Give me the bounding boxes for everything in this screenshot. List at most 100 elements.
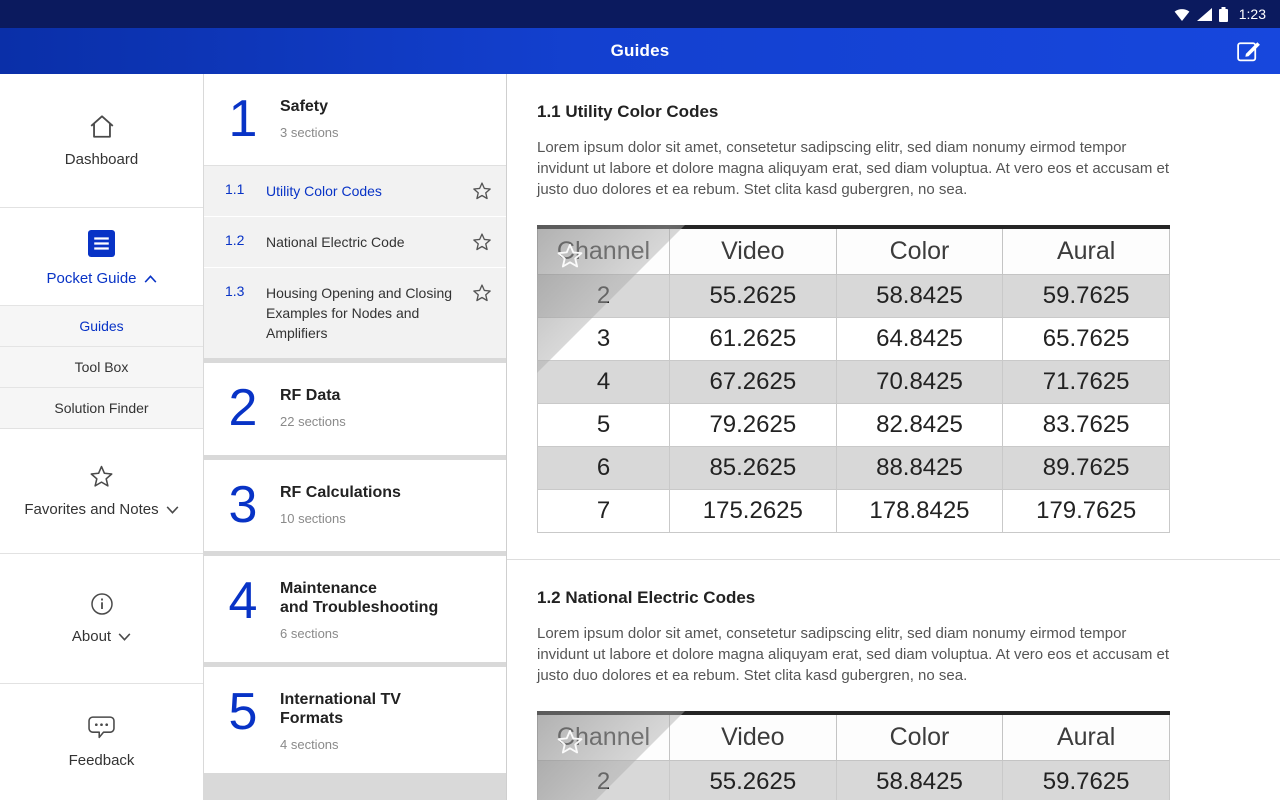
- table-cell: 64.8425: [836, 318, 1003, 361]
- sidebar-group-pocket-guide: Pocket Guide Guides Tool Box Solution Fi…: [0, 208, 203, 429]
- table-cell: 89.7625: [1003, 447, 1170, 490]
- chapter-card-head[interactable]: 3 RF Calculations10 sections: [204, 460, 506, 551]
- data-table-wrap: ChannelVideoColorAural255.262558.842559.…: [537, 225, 1170, 533]
- table-row: 685.262588.842589.7625: [538, 447, 1170, 490]
- status-bar: 1:23: [0, 0, 1280, 28]
- sidebar-item-feedback[interactable]: Feedback: [0, 684, 203, 800]
- table-row: 255.262558.842559.7625: [538, 761, 1170, 800]
- chapter-number: 3: [224, 481, 262, 530]
- status-time: 1:23: [1239, 6, 1266, 22]
- section-row[interactable]: 1.3 Housing Opening and Closing Examples …: [204, 268, 506, 358]
- table-cell: 88.8425: [836, 447, 1003, 490]
- table-cell: 61.2625: [670, 318, 837, 361]
- chapter-number: 4: [224, 577, 262, 626]
- table-favorite-star-icon[interactable]: [556, 728, 584, 756]
- chevron-up-icon: [144, 275, 157, 283]
- table-header-cell: Video: [670, 227, 837, 275]
- table-cell: 55.2625: [670, 761, 837, 800]
- star-icon: [89, 464, 114, 489]
- chapter-card-head[interactable]: 4 Maintenance and Troubleshooting6 sectio…: [204, 556, 506, 662]
- edit-button[interactable]: [1235, 37, 1262, 64]
- sidebar-item-pocket-guide[interactable]: Pocket Guide: [0, 208, 203, 305]
- section-title: Housing Opening and Closing Examples for…: [266, 283, 459, 343]
- chapter-sections-count: 3 sections: [280, 125, 339, 140]
- section-row[interactable]: 1.2 National Electric Code: [204, 217, 506, 268]
- table-favorite-star-icon[interactable]: [556, 242, 584, 270]
- chapter-card-head[interactable]: 2RF Data22 sections: [204, 363, 506, 454]
- chapter-text: Maintenance and Troubleshooting6 section…: [280, 577, 438, 641]
- chapter-card: 1Safety3 sections1.1Utility Color Codes1…: [204, 74, 506, 358]
- favorite-star-icon[interactable]: [472, 181, 492, 201]
- chapter-card: 2RF Data22 sections: [204, 363, 506, 454]
- table-row: 467.262570.842571.7625: [538, 361, 1170, 404]
- table-row: 7175.2625178.8425179.7625: [538, 490, 1170, 533]
- sidebar-item-dashboard[interactable]: Dashboard: [0, 74, 203, 208]
- section-title: Utility Color Codes: [266, 181, 459, 201]
- chapter-title: Safety: [280, 97, 339, 116]
- table-cell: 59.7625: [1003, 761, 1170, 800]
- signal-icon: [1197, 8, 1212, 21]
- table-cell: 83.7625: [1003, 404, 1170, 447]
- favorite-star-icon[interactable]: [472, 232, 492, 252]
- page-title: Guides: [0, 41, 1280, 61]
- table-cell: 70.8425: [836, 361, 1003, 404]
- table-cell: 2: [538, 275, 670, 318]
- table-row: 579.262582.842583.7625: [538, 404, 1170, 447]
- sidebar-item-label: Favorites and Notes: [24, 501, 158, 518]
- chapter-card-head[interactable]: 1Safety3 sections: [204, 74, 506, 165]
- chapter-sections-count: 4 sections: [280, 737, 401, 752]
- table-cell: 178.8425: [836, 490, 1003, 533]
- chevron-down-icon: [118, 633, 131, 641]
- table-cell: 3: [538, 318, 670, 361]
- chapter-card: 3 RF Calculations10 sections: [204, 460, 506, 551]
- menu-icon: [88, 230, 115, 257]
- sidebar-item-label: Dashboard: [65, 151, 138, 168]
- content-section: 1.1 Utility Color CodesLorem ipsum dolor…: [507, 74, 1280, 559]
- table-cell: 67.2625: [670, 361, 837, 404]
- section-number: 1.2: [225, 232, 253, 248]
- content-section-paragraph: Lorem ipsum dolor sit amet, consetetur s…: [537, 623, 1170, 686]
- chapter-number: 5: [224, 688, 262, 737]
- chapter-number: 2: [224, 384, 262, 433]
- chapter-sections-count: 22 sections: [280, 414, 346, 429]
- chapter-sections-count: 10 sections: [280, 511, 401, 526]
- table-cell: 7: [538, 490, 670, 533]
- table-cell: 59.7625: [1003, 275, 1170, 318]
- channel-frequency-table: ChannelVideoColorAural255.262558.842559.…: [537, 225, 1170, 533]
- sidebar-item-tool-box[interactable]: Tool Box: [0, 346, 203, 387]
- feedback-bubble-icon: [88, 715, 115, 740]
- chapter-card-head[interactable]: 5International TV Formats4 sections: [204, 667, 506, 773]
- battery-icon: [1219, 7, 1228, 22]
- chapter-text: Safety 3 sections: [280, 95, 339, 140]
- table-header-cell: Color: [836, 713, 1003, 761]
- content-section: 1.2 National Electric Codes Lorem ipsum d…: [507, 559, 1280, 800]
- table-cell: 2: [538, 761, 670, 800]
- table-header-cell: Aural: [1003, 227, 1170, 275]
- table-cell: 55.2625: [670, 275, 837, 318]
- content-section-heading: 1.1 Utility Color Codes: [537, 102, 1204, 122]
- favorite-star-icon[interactable]: [472, 283, 492, 303]
- table-header-cell: Aural: [1003, 713, 1170, 761]
- section-number: 1.1: [225, 181, 253, 197]
- table-cell: 82.8425: [836, 404, 1003, 447]
- sidebar-item-label: Pocket Guide: [46, 270, 136, 287]
- content-section-heading: 1.2 National Electric Codes: [537, 588, 1204, 608]
- table-cell: 6: [538, 447, 670, 490]
- wifi-icon: [1174, 8, 1190, 21]
- table-cell: 58.8425: [836, 761, 1003, 800]
- table-cell: 65.7625: [1003, 318, 1170, 361]
- sidebar-item-about[interactable]: About: [0, 554, 203, 684]
- section-row[interactable]: 1.1 Utility Color Codes: [204, 166, 506, 217]
- sidebar-item-favorites-and-notes[interactable]: Favorites and Notes: [0, 429, 203, 554]
- table-cell: 85.2625: [670, 447, 837, 490]
- sidebar-item-label: About: [72, 628, 111, 645]
- section-number: 1.3: [225, 283, 253, 299]
- table-cell: 71.7625: [1003, 361, 1170, 404]
- table-cell: 5: [538, 404, 670, 447]
- data-table-wrap: ChannelVideoColorAural255.262558.842559.…: [537, 711, 1170, 800]
- sidebar-item-guides[interactable]: Guides: [0, 305, 203, 346]
- section-title: National Electric Code: [266, 232, 459, 252]
- main-area: Dashboard Pocket Guide Guides Tool Box: [0, 74, 1280, 800]
- sidebar-item-solution-finder[interactable]: Solution Finder: [0, 387, 203, 428]
- chapter-text: RF Calculations10 sections: [280, 481, 401, 526]
